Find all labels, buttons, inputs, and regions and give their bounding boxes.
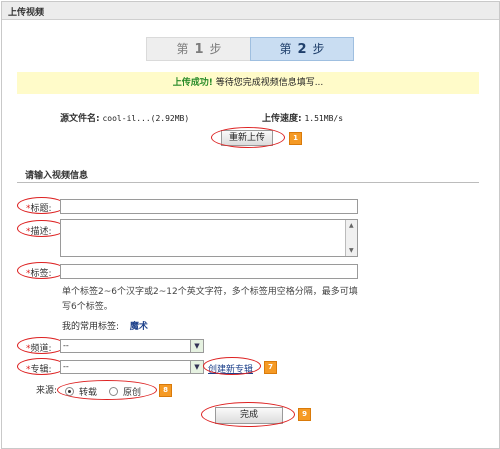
success-text: 上传成功!: [172, 78, 213, 88]
annotation-ring-9: [201, 402, 295, 427]
step-2-number: 2: [297, 42, 307, 57]
annotation-ring-5: [17, 337, 66, 354]
annotation-ring-7: [203, 357, 261, 375]
annotation-ring-6: [17, 358, 66, 375]
badge-1: 1: [289, 132, 302, 145]
annotation-ring-1: [211, 127, 285, 148]
step-1-prefix: 第: [176, 42, 189, 56]
common-tags-label: 我的常用标签:: [62, 322, 120, 332]
scroll-down-icon[interactable]: ▼: [349, 247, 354, 254]
channel-select[interactable]: -- ▼: [60, 339, 204, 353]
title-bar: 上传视频: [2, 2, 499, 20]
description-textarea[interactable]: ▲ ▼: [60, 219, 358, 257]
channel-select-value: --: [63, 341, 69, 350]
annotation-ring-8: [57, 380, 157, 400]
chevron-down-icon[interactable]: ▼: [190, 361, 203, 373]
scroll-up-icon[interactable]: ▲: [349, 222, 354, 229]
annotation-ring-2: [17, 197, 66, 214]
title-input[interactable]: [60, 199, 358, 214]
tags-help-text: 单个标签2~6个汉字或2~12个英文字符，多个标签用空格分隔，最多可填写6个标签…: [62, 287, 358, 312]
step-1-number: 1: [194, 42, 204, 57]
annotation-ring-4: [17, 262, 66, 279]
source-file-value: cool-il...(2.92MB): [102, 114, 190, 123]
tags-input[interactable]: [60, 264, 358, 279]
step-1-suffix: 步: [209, 42, 222, 56]
step-2-tab: 第2步: [250, 37, 354, 61]
common-tags-row: 我的常用标签: 魔术: [62, 319, 148, 332]
upload-speed-label: 上传速度:: [262, 114, 302, 124]
source-label: 来源:: [36, 386, 58, 396]
section-header: 请输入视频信息: [17, 166, 479, 183]
upload-speed-value: 1.51MB/s: [304, 114, 344, 123]
step-1-tab: 第1步: [146, 37, 252, 61]
chevron-down-icon[interactable]: ▼: [190, 340, 203, 352]
annotation-ring-3: [17, 220, 66, 237]
window-title: 上传视频: [8, 8, 45, 18]
badge-8: 8: [159, 384, 172, 397]
step-2-prefix: 第: [279, 42, 292, 56]
step-2-suffix: 步: [312, 42, 325, 56]
album-select[interactable]: -- ▼: [60, 360, 204, 374]
notice-message: 等待您完成视频信息填写...: [212, 78, 324, 88]
badge-9: 9: [298, 408, 311, 421]
album-select-value: --: [63, 362, 69, 371]
source-file-label: 源文件名:: [60, 114, 100, 124]
badge-7: 7: [264, 361, 277, 374]
section-title: 请输入视频信息: [25, 171, 89, 181]
upload-speed-info: 上传速度: 1.51MB/s: [262, 111, 343, 124]
common-tag-link[interactable]: 魔术: [130, 322, 148, 332]
source-file-info: 源文件名: cool-il...(2.92MB): [60, 111, 189, 124]
upload-success-notice: 上传成功! 等待您完成视频信息填写...: [17, 72, 479, 94]
description-scrollbar[interactable]: ▲ ▼: [345, 220, 357, 256]
